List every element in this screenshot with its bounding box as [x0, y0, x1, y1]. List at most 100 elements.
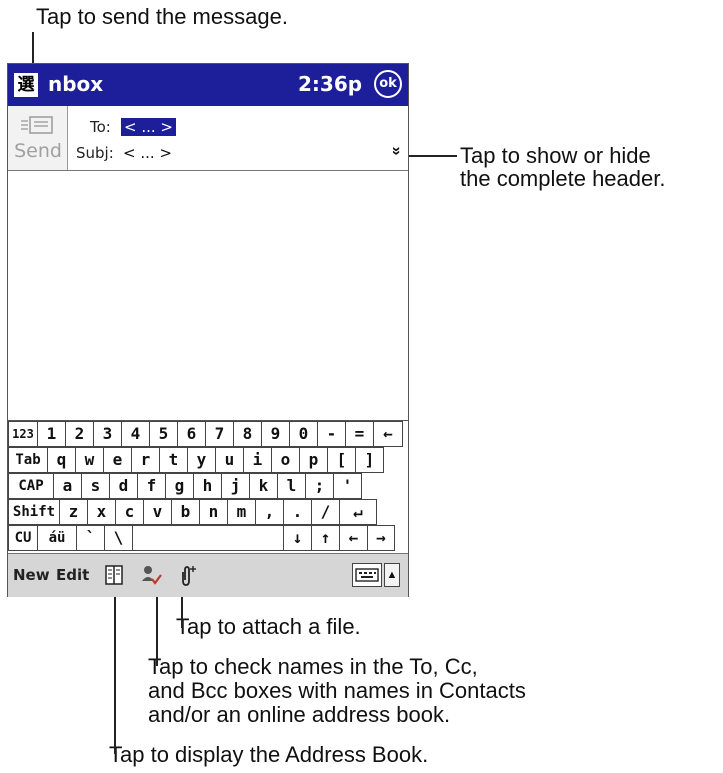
key-u[interactable]: u: [215, 447, 244, 473]
key-minus[interactable]: -: [317, 421, 346, 447]
key-h[interactable]: h: [193, 473, 222, 499]
input-selector-arrow-icon[interactable]: ▲: [384, 563, 400, 587]
to-field[interactable]: < ... >: [121, 118, 176, 136]
key-equals[interactable]: =: [345, 421, 374, 447]
leader-line-header: [409, 155, 457, 157]
message-body[interactable]: [8, 171, 408, 420]
soft-keyboard: 123 1 2 3 4 5 6 7 8 9 0 - = ← Tab q w e …: [8, 420, 408, 553]
key-caps[interactable]: CAP: [8, 473, 54, 499]
callout-check-line3: and/or an online address book.: [148, 702, 451, 727]
key-z[interactable]: z: [59, 499, 88, 525]
callout-attach: Tap to attach a file.: [176, 614, 361, 639]
key-backslash[interactable]: \: [104, 525, 133, 551]
key-tab[interactable]: Tab: [8, 447, 48, 473]
key-j[interactable]: j: [221, 473, 250, 499]
subj-label: Subj:: [76, 144, 114, 162]
key-backtick[interactable]: `: [76, 525, 105, 551]
key-v[interactable]: v: [143, 499, 172, 525]
clock[interactable]: 2:36p: [298, 72, 362, 96]
key-backspace[interactable]: ←: [373, 421, 403, 447]
key-8[interactable]: 8: [233, 421, 262, 447]
key-q[interactable]: q: [47, 447, 76, 473]
check-names-icon[interactable]: [140, 564, 162, 586]
key-period[interactable]: .: [283, 499, 312, 525]
key-3[interactable]: 3: [93, 421, 122, 447]
key-9[interactable]: 9: [261, 421, 290, 447]
leader-line-address: [114, 586, 116, 754]
key-f[interactable]: f: [137, 473, 166, 499]
key-123[interactable]: 123: [8, 421, 38, 447]
key-5[interactable]: 5: [149, 421, 178, 447]
key-y[interactable]: y: [187, 447, 216, 473]
key-s[interactable]: s: [81, 473, 110, 499]
key-e[interactable]: e: [103, 447, 132, 473]
key-m[interactable]: m: [227, 499, 256, 525]
callout-check-line2: and Bcc boxes with names in Contacts: [148, 678, 526, 703]
key-g[interactable]: g: [165, 473, 194, 499]
key-accents[interactable]: áü: [37, 525, 77, 551]
send-button[interactable]: Send: [8, 106, 68, 170]
key-2[interactable]: 2: [65, 421, 94, 447]
key-space[interactable]: [132, 525, 284, 551]
key-semicolon[interactable]: ;: [305, 473, 334, 499]
key-arrow-left[interactable]: ←: [339, 525, 368, 551]
send-icon: [21, 116, 53, 134]
callout-check-line1: Tap to check names in the To, Cc,: [148, 654, 478, 679]
key-i[interactable]: i: [243, 447, 272, 473]
keyboard-row-5: CU áü ` \ ↓ ↑ ← →: [8, 525, 395, 551]
keyboard-row-1: 123 1 2 3 4 5 6 7 8 9 0 - = ←: [8, 421, 403, 447]
key-7[interactable]: 7: [205, 421, 234, 447]
keyboard-icon[interactable]: [352, 563, 382, 587]
key-d[interactable]: d: [109, 473, 138, 499]
menu-bar: New Edit ▲: [8, 553, 408, 597]
callout-header-line2: the complete header.: [460, 166, 666, 191]
key-6[interactable]: 6: [177, 421, 206, 447]
key-a[interactable]: a: [53, 473, 82, 499]
callout-address: Tap to display the Address Book.: [109, 742, 429, 767]
key-n[interactable]: n: [199, 499, 228, 525]
send-label: Send: [14, 140, 62, 162]
key-ctrl[interactable]: CU: [8, 525, 38, 551]
keyboard-row-2: Tab q w e r t y u i o p [ ]: [8, 447, 384, 473]
leader-line-check: [156, 586, 158, 666]
key-arrow-down[interactable]: ↓: [283, 525, 312, 551]
key-enter[interactable]: ↵: [339, 499, 377, 525]
title-bar: 選 nbox 2:36p ok: [8, 64, 408, 106]
key-r[interactable]: r: [131, 447, 160, 473]
key-c[interactable]: c: [115, 499, 144, 525]
key-l[interactable]: l: [277, 473, 306, 499]
key-x[interactable]: x: [87, 499, 116, 525]
keyboard-row-4: Shift z x c v b n m , . / ↵: [8, 499, 377, 525]
key-k[interactable]: k: [249, 473, 278, 499]
header-toggle-icon[interactable]: »: [387, 143, 405, 159]
key-b[interactable]: b: [171, 499, 200, 525]
key-p[interactable]: p: [299, 447, 328, 473]
key-t[interactable]: t: [159, 447, 188, 473]
key-quote[interactable]: ': [333, 473, 362, 499]
callout-header-line1: Tap to show or hide: [460, 143, 651, 168]
ok-button[interactable]: ok: [374, 70, 402, 98]
key-4[interactable]: 4: [121, 421, 150, 447]
key-o[interactable]: o: [271, 447, 300, 473]
key-slash[interactable]: /: [311, 499, 340, 525]
key-left-bracket[interactable]: [: [327, 447, 356, 473]
app-title: nbox: [48, 72, 104, 96]
key-w[interactable]: w: [75, 447, 104, 473]
key-comma[interactable]: ,: [255, 499, 284, 525]
attach-icon[interactable]: [176, 564, 198, 586]
key-shift[interactable]: Shift: [8, 499, 60, 525]
callout-send: Tap to send the message.: [36, 4, 288, 29]
keyboard-glyph-icon: [355, 568, 379, 582]
message-header: Send To: < ... > Subj: < ... > »: [8, 106, 408, 171]
key-arrow-right[interactable]: →: [367, 525, 395, 551]
menu-new[interactable]: New: [13, 566, 50, 584]
key-right-bracket[interactable]: ]: [355, 447, 384, 473]
address-book-icon[interactable]: [103, 564, 125, 586]
subj-field[interactable]: < ... >: [123, 144, 172, 162]
key-0[interactable]: 0: [289, 421, 318, 447]
key-1[interactable]: 1: [37, 421, 66, 447]
start-menu-icon[interactable]: 選: [14, 73, 38, 97]
key-arrow-up[interactable]: ↑: [311, 525, 340, 551]
menu-edit[interactable]: Edit: [56, 566, 89, 584]
keyboard-row-3: CAP a s d f g h j k l ; ': [8, 473, 362, 499]
